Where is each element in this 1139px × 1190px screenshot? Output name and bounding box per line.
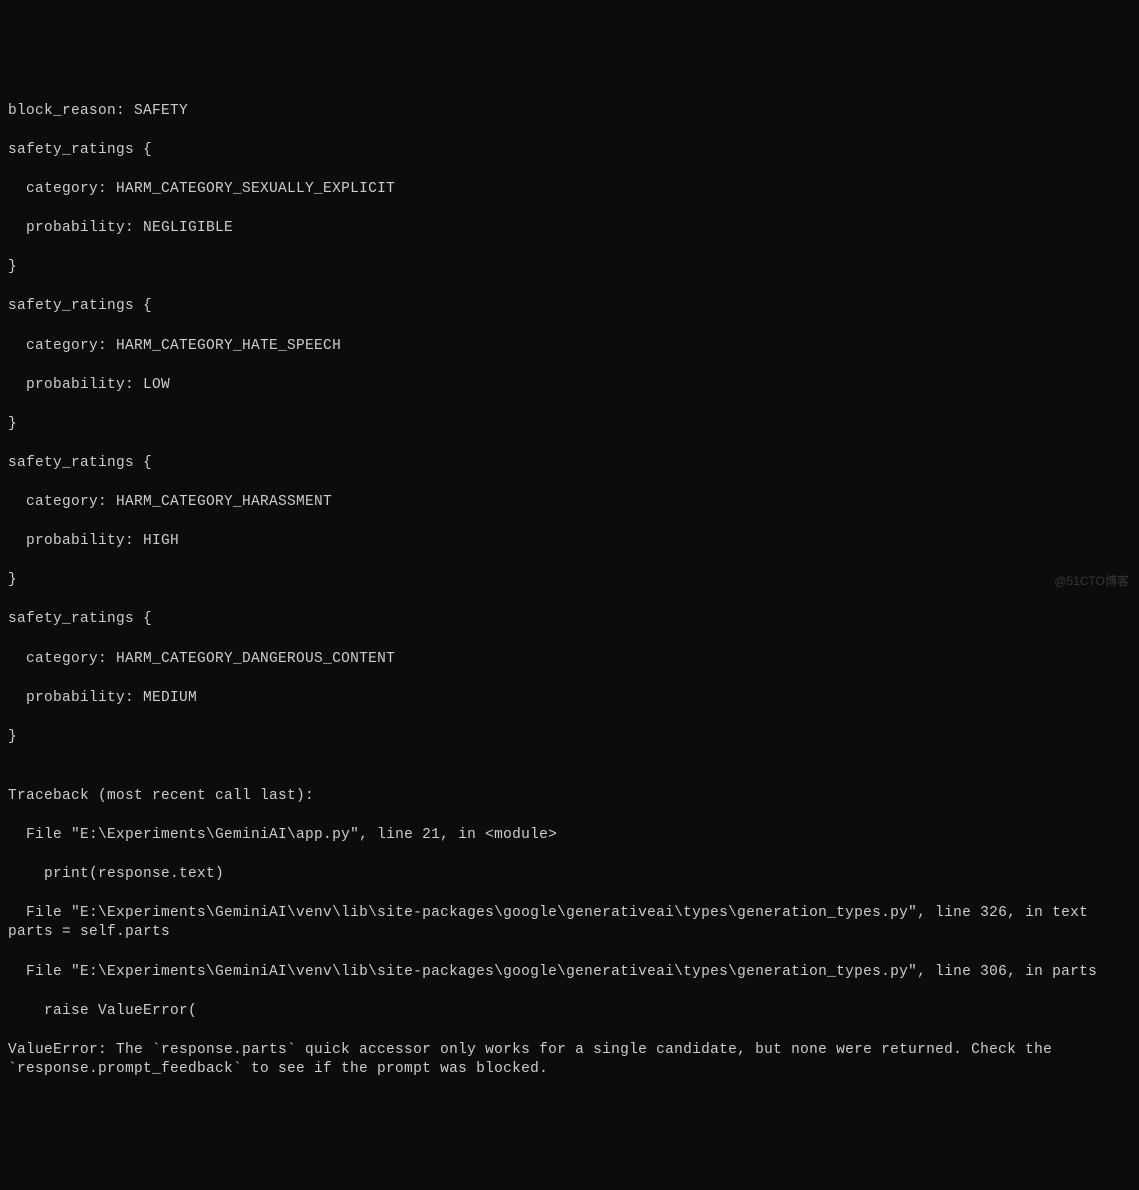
output-line: }: [8, 571, 1131, 591]
output-line: probability: LOW: [8, 376, 1131, 396]
output-line: Traceback (most recent call last):: [8, 787, 1131, 807]
output-line: category: HARM_CATEGORY_SEXUALLY_EXPLICI…: [8, 180, 1131, 200]
output-line: }: [8, 258, 1131, 278]
output-line: block_reason: SAFETY: [8, 102, 1131, 122]
output-line: safety_ratings {: [8, 454, 1131, 474]
output-line: File "E:\Experiments\GeminiAI\app.py", l…: [8, 826, 1131, 846]
output-line: category: HARM_CATEGORY_HATE_SPEECH: [8, 337, 1131, 357]
output-line: ValueError: The `response.parts` quick a…: [8, 1041, 1131, 1080]
output-line: safety_ratings {: [8, 141, 1131, 161]
output-line: safety_ratings {: [8, 610, 1131, 630]
output-line: raise ValueError(: [8, 1002, 1131, 1022]
output-line: }: [8, 415, 1131, 435]
output-line: category: HARM_CATEGORY_HARASSMENT: [8, 493, 1131, 513]
output-line: probability: NEGLIGIBLE: [8, 219, 1131, 239]
output-line: File "E:\Experiments\GeminiAI\venv\lib\s…: [8, 963, 1131, 983]
output-line: probability: HIGH: [8, 532, 1131, 552]
output-line: safety_ratings {: [8, 297, 1131, 317]
output-line: print(response.text): [8, 865, 1131, 885]
watermark-label: @51CTO博客: [1054, 573, 1129, 589]
output-line: category: HARM_CATEGORY_DANGEROUS_CONTEN…: [8, 650, 1131, 670]
output-line: File "E:\Experiments\GeminiAI\venv\lib\s…: [8, 904, 1131, 943]
terminal-output: block_reason: SAFETY safety_ratings { ca…: [8, 82, 1131, 1099]
output-line: probability: MEDIUM: [8, 689, 1131, 709]
output-line: }: [8, 728, 1131, 748]
